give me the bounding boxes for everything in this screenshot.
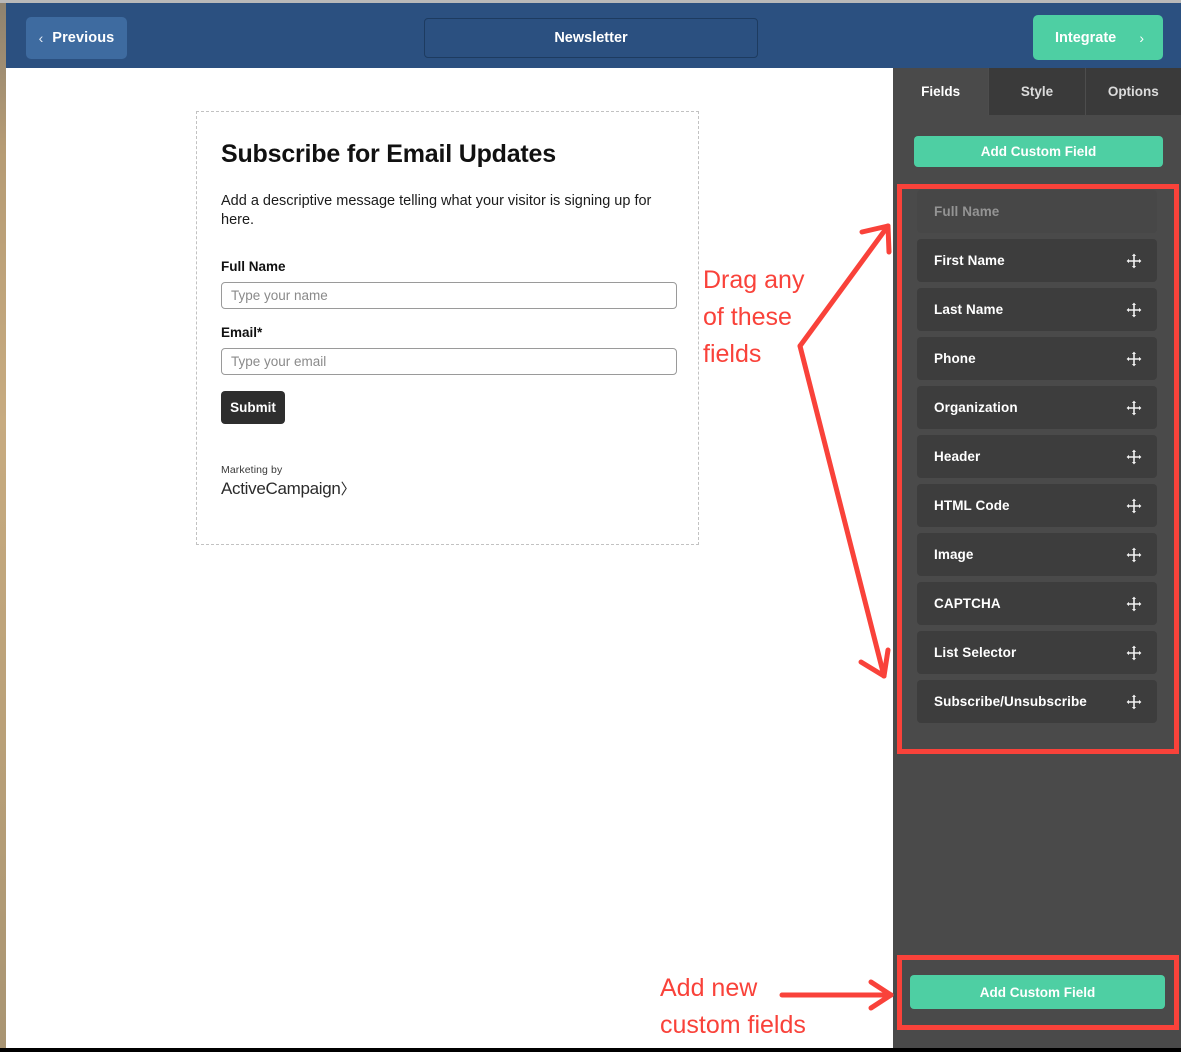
- field-item-label: Phone: [934, 351, 976, 366]
- field-item-label: Image: [934, 547, 974, 562]
- field-item-html-code[interactable]: HTML Code: [917, 484, 1157, 527]
- preview-input-full-name-placeholder: Type your name: [231, 287, 328, 303]
- form-preview-title: Subscribe for Email Updates: [221, 140, 556, 168]
- preview-input-email[interactable]: Type your email: [221, 347, 677, 375]
- move-drag-icon[interactable]: [1126, 253, 1142, 269]
- field-item-label: Last Name: [934, 302, 1004, 317]
- form-name-input[interactable]: Newsletter: [424, 18, 758, 58]
- preview-field-label-email: Email*: [221, 324, 263, 340]
- preview-submit-button-label: Submit: [230, 399, 276, 415]
- add-custom-field-button-bottom-label: Add Custom Field: [979, 984, 1096, 1000]
- add-custom-field-button-top-label: Add Custom Field: [980, 144, 1097, 159]
- field-item-label: CAPTCHA: [934, 596, 1001, 611]
- preview-input-full-name[interactable]: Type your name: [221, 281, 677, 309]
- available-fields-list: Full Name First Name Last Name Phone Org…: [893, 190, 1181, 729]
- form-name-value: Newsletter: [554, 30, 628, 46]
- add-custom-field-button-top[interactable]: Add Custom Field: [914, 136, 1163, 167]
- form-preview-description: Add a descriptive message telling what y…: [221, 193, 652, 228]
- tab-style[interactable]: Style: [989, 68, 1086, 115]
- move-drag-icon[interactable]: [1126, 694, 1142, 710]
- add-custom-field-button-bottom[interactable]: Add Custom Field: [910, 975, 1165, 1009]
- branding-caret-icon: 〉: [340, 480, 356, 498]
- previous-button[interactable]: ‹ Previous: [26, 17, 127, 59]
- field-item-label: First Name: [934, 253, 1005, 268]
- field-item-label: Organization: [934, 400, 1018, 415]
- branding-name-row: ActiveCampaign〉: [221, 478, 674, 499]
- previous-button-label: Previous: [52, 30, 115, 46]
- window-left-edge: [0, 0, 6, 1052]
- integrate-button-label: Integrate: [1055, 29, 1117, 46]
- form-builder-app: ‹ Previous Newsletter Integrate › Subscr…: [0, 0, 1181, 1052]
- field-item-organization[interactable]: Organization: [917, 386, 1157, 429]
- tab-options-label: Options: [1107, 84, 1159, 99]
- chevron-left-icon: ‹: [38, 29, 44, 46]
- field-item-label: List Selector: [934, 645, 1017, 660]
- activecampaign-branding: Marketing by ActiveCampaign〉: [221, 464, 674, 499]
- field-item-subscribe-unsubscribe[interactable]: Subscribe/Unsubscribe: [917, 680, 1157, 723]
- window-bottom-edge: [0, 1048, 1181, 1052]
- field-item-label: Full Name: [934, 204, 1000, 219]
- move-drag-icon[interactable]: [1126, 449, 1142, 465]
- field-item-last-name[interactable]: Last Name: [917, 288, 1157, 331]
- field-item-label: Subscribe/Unsubscribe: [934, 694, 1087, 709]
- field-item-phone[interactable]: Phone: [917, 337, 1157, 380]
- move-drag-icon[interactable]: [1126, 645, 1142, 661]
- branding-prefix: Marketing by: [221, 463, 283, 476]
- window-top-edge: [0, 0, 1181, 3]
- field-item-image[interactable]: Image: [917, 533, 1157, 576]
- move-drag-icon[interactable]: [1126, 302, 1142, 318]
- field-item-header[interactable]: Header: [917, 435, 1157, 478]
- tab-style-label: Style: [1020, 84, 1054, 99]
- integrate-button[interactable]: Integrate ›: [1033, 15, 1163, 60]
- preview-input-email-placeholder: Type your email: [231, 353, 327, 369]
- field-item-first-name[interactable]: First Name: [917, 239, 1157, 282]
- field-item-label: HTML Code: [934, 498, 1010, 513]
- top-toolbar: ‹ Previous Newsletter Integrate ›: [0, 3, 1181, 68]
- preview-field-label-full-name: Full Name: [221, 258, 286, 274]
- tab-fields-label: Fields: [921, 84, 961, 99]
- field-item-list-selector[interactable]: List Selector: [917, 631, 1157, 674]
- tab-fields[interactable]: Fields: [893, 68, 990, 115]
- field-item-full-name: Full Name: [917, 190, 1157, 233]
- move-drag-icon[interactable]: [1126, 547, 1142, 563]
- field-item-captcha[interactable]: CAPTCHA: [917, 582, 1157, 625]
- move-drag-icon[interactable]: [1126, 351, 1142, 367]
- tab-options[interactable]: Options: [1086, 68, 1181, 115]
- branding-name: ActiveCampaign: [221, 478, 341, 498]
- panel-tabs: Fields Style Options: [893, 68, 1181, 115]
- field-item-label: Header: [934, 449, 981, 464]
- preview-submit-button[interactable]: Submit: [221, 390, 285, 424]
- form-preview-canvas: Subscribe for Email Updates Add a descri…: [6, 68, 893, 1048]
- form-preview-card[interactable]: Subscribe for Email Updates Add a descri…: [196, 111, 699, 545]
- move-drag-icon[interactable]: [1126, 498, 1142, 514]
- move-drag-icon[interactable]: [1126, 596, 1142, 612]
- move-drag-icon[interactable]: [1126, 400, 1142, 416]
- chevron-right-icon: ›: [1139, 29, 1144, 46]
- builder-side-panel: Fields Style Options Add Custom Field Fu…: [893, 68, 1181, 1052]
